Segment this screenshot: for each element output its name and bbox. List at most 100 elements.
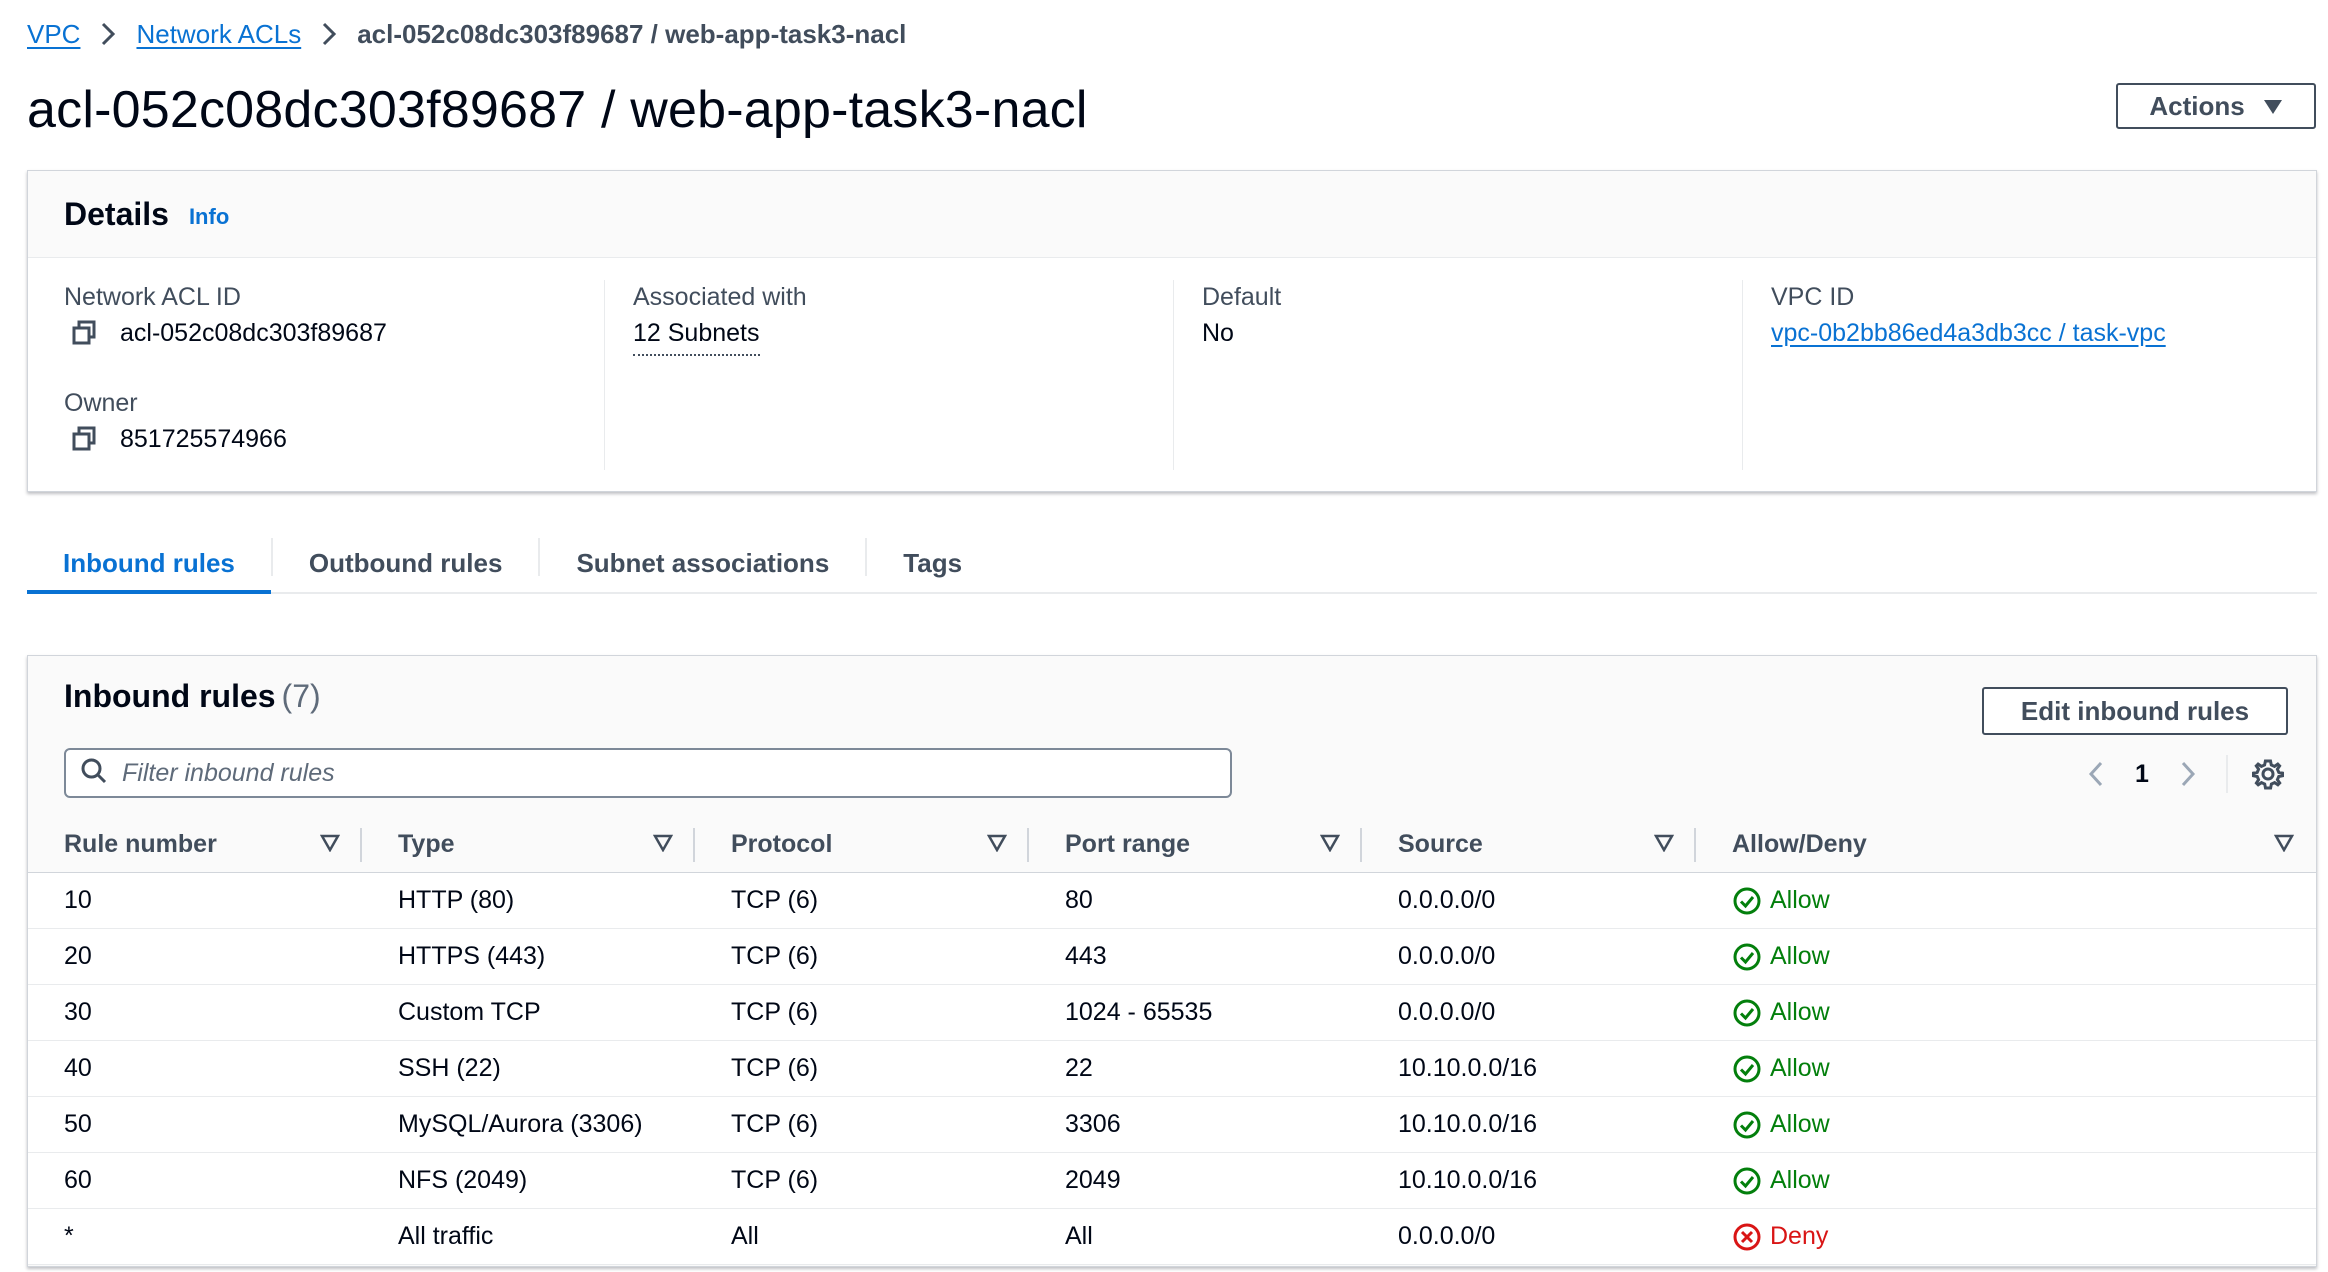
- filter-inbound-rules-input[interactable]: [120, 757, 1204, 789]
- type-cell: MySQL/Aurora (3306): [362, 1096, 695, 1153]
- status-badge: Allow: [1732, 1110, 2316, 1140]
- protocol-cell: TCP (6): [695, 1040, 1029, 1097]
- sort-icon[interactable]: [1319, 830, 1341, 859]
- port-range-cell: 22: [1029, 1040, 1362, 1097]
- protocol-cell: TCP (6): [695, 928, 1029, 985]
- edit-inbound-rules-button[interactable]: Edit inbound rules: [1982, 687, 2288, 735]
- status-text: Allow: [1770, 942, 1830, 970]
- type-cell: SSH (22): [362, 1040, 695, 1097]
- port-range-cell: All: [1029, 1208, 1362, 1265]
- actions-label: Actions: [2149, 90, 2245, 121]
- sort-icon[interactable]: [2273, 830, 2295, 859]
- actions-button[interactable]: Actions: [2116, 83, 2316, 129]
- allow-deny-cell: Allow: [1696, 984, 2316, 1041]
- column-header-source[interactable]: Source: [1362, 816, 1696, 873]
- protocol-cell: TCP (6): [695, 1096, 1029, 1153]
- details-header: Details Info: [28, 171, 2316, 258]
- column-header-rule-number[interactable]: Rule number: [28, 816, 362, 873]
- status-badge: Allow: [1732, 998, 2316, 1028]
- source-cell: 10.10.0.0/16: [1362, 1096, 1696, 1153]
- sort-icon[interactable]: [319, 830, 341, 859]
- inbound-rules-count: (7): [281, 678, 321, 714]
- column-header-type[interactable]: Type: [362, 816, 695, 873]
- gear-icon[interactable]: [2248, 755, 2288, 793]
- protocol-cell: TCP (6): [695, 984, 1029, 1041]
- check-circle-icon: [1733, 1111, 1761, 1138]
- status-badge: Allow: [1732, 942, 2316, 972]
- breadcrumb-vpc-link[interactable]: VPC: [27, 19, 80, 50]
- rule-number-cell: 60: [28, 1152, 362, 1209]
- pagination: 1: [2076, 755, 2288, 793]
- column-label: Port range: [1065, 829, 1191, 858]
- source-cell: 0.0.0.0/0: [1362, 872, 1696, 929]
- sort-icon[interactable]: [652, 830, 674, 859]
- port-range-cell: 3306: [1029, 1096, 1362, 1153]
- page-number-1[interactable]: 1: [2116, 760, 2168, 789]
- check-circle-icon: [1733, 999, 1761, 1026]
- allow-deny-cell: Allow: [1696, 1040, 2316, 1097]
- table-row: 30 Custom TCP TCP (6) 1024 - 65535 0.0.0…: [28, 984, 2316, 1041]
- tab-outbound-rules[interactable]: Outbound rules: [273, 534, 539, 592]
- tab-subnet-associations[interactable]: Subnet associations: [540, 534, 865, 592]
- status-text: Allow: [1770, 1054, 1830, 1082]
- network-acl-id-label: Network ACL ID: [64, 283, 241, 311]
- next-page-button[interactable]: [2168, 755, 2208, 793]
- vpc-id-label: VPC ID: [1771, 283, 1855, 311]
- associated-subnets-popover[interactable]: 12 Subnets: [633, 314, 760, 356]
- chevron-right-icon: [100, 21, 116, 47]
- status-badge: Allow: [1732, 886, 2316, 916]
- owner-value: 851725574966: [64, 420, 604, 458]
- sort-icon[interactable]: [1653, 830, 1675, 859]
- protocol-cell: All: [695, 1208, 1029, 1265]
- table-header-row: Rule number Type Protocol Port range Sou…: [28, 816, 2316, 873]
- caret-down-icon: [2263, 91, 2283, 122]
- filter-box: [64, 748, 1232, 798]
- copy-icon[interactable]: [70, 425, 98, 453]
- rule-number-cell: 20: [28, 928, 362, 985]
- tab-bar: Inbound rules Outbound rules Subnet asso…: [27, 534, 2317, 594]
- status-badge: Deny: [1732, 1222, 2316, 1252]
- allow-deny-cell: Allow: [1696, 928, 2316, 985]
- column-header-port-range[interactable]: Port range: [1029, 816, 1362, 873]
- rule-number-cell: 40: [28, 1040, 362, 1097]
- details-column-default: Default No: [1202, 280, 1742, 352]
- rule-number-cell: 50: [28, 1096, 362, 1153]
- tab-inbound-rules[interactable]: Inbound rules: [27, 534, 271, 594]
- vpc-id-link[interactable]: vpc-0b2bb86ed4a3db3cc / task-vpc: [1771, 314, 2166, 352]
- check-circle-icon: [1733, 887, 1761, 914]
- info-link[interactable]: Info: [189, 204, 229, 230]
- column-label: Source: [1398, 829, 1483, 858]
- check-circle-icon: [1733, 1167, 1761, 1194]
- type-cell: HTTP (80): [362, 872, 695, 929]
- table-row: 40 SSH (22) TCP (6) 22 10.10.0.0/16 Allo…: [28, 1040, 2316, 1097]
- rule-number-cell: 30: [28, 984, 362, 1041]
- column-divider: [1742, 280, 1743, 470]
- pager-divider: [2226, 755, 2228, 793]
- table-row: 20 HTTPS (443) TCP (6) 443 0.0.0.0/0 All…: [28, 928, 2316, 985]
- tab-tags[interactable]: Tags: [867, 534, 998, 592]
- copy-icon[interactable]: [70, 319, 98, 347]
- details-column-associated: Associated with 12 Subnets: [633, 280, 1173, 356]
- table-row: 10 HTTP (80) TCP (6) 80 0.0.0.0/0 Allow: [28, 872, 2316, 929]
- table-row: 60 NFS (2049) TCP (6) 2049 10.10.0.0/16 …: [28, 1152, 2316, 1209]
- allow-deny-cell: Allow: [1696, 1096, 2316, 1153]
- column-header-allow-deny[interactable]: Allow/Deny: [1696, 816, 2316, 873]
- details-panel: Details Info Network ACL ID acl-052c08dc…: [27, 170, 2317, 492]
- type-cell: All traffic: [362, 1208, 695, 1265]
- column-label: Rule number: [64, 829, 217, 858]
- check-circle-icon: [1733, 1055, 1761, 1082]
- inbound-rules-heading: Inbound rules (7): [64, 678, 321, 715]
- rule-number-cell: *: [28, 1208, 362, 1265]
- previous-page-button[interactable]: [2076, 755, 2116, 793]
- sort-icon[interactable]: [986, 830, 1008, 859]
- breadcrumb-network-acls-link[interactable]: Network ACLs: [136, 19, 301, 50]
- owner-text: 851725574966: [120, 425, 287, 453]
- status-text: Allow: [1770, 886, 1830, 914]
- inbound-rules-table: Rule number Type Protocol Port range Sou…: [28, 816, 2316, 1265]
- column-header-protocol[interactable]: Protocol: [695, 816, 1029, 873]
- protocol-cell: TCP (6): [695, 1152, 1029, 1209]
- inbound-rules-panel: Inbound rules(7) Edit inbound rules 1: [27, 655, 2317, 1267]
- source-cell: 10.10.0.0/16: [1362, 1152, 1696, 1209]
- table-row: 50 MySQL/Aurora (3306) TCP (6) 3306 10.1…: [28, 1096, 2316, 1153]
- owner-label: Owner: [64, 389, 138, 417]
